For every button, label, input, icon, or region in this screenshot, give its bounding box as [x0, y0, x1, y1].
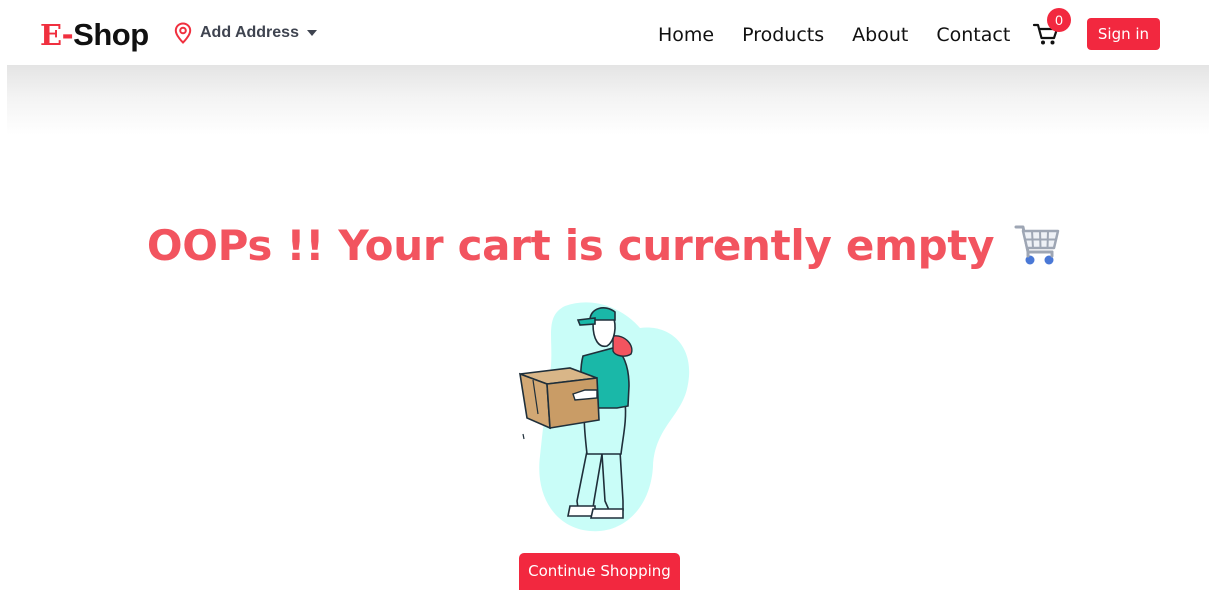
nav-contact-link[interactable]: Contact: [936, 20, 1010, 50]
brand-logo-shop: Shop: [73, 17, 149, 52]
add-address-dropdown[interactable]: Add Address: [174, 22, 317, 44]
cart-count-badge: 0: [1047, 8, 1071, 32]
navbar: E-Shop Add Address Home Products About C…: [0, 0, 1209, 68]
add-address-label: Add Address: [200, 24, 299, 41]
sign-in-button[interactable]: Sign in: [1087, 18, 1160, 50]
continue-shopping-button[interactable]: Continue Shopping: [519, 553, 680, 590]
main-nav: Home Products About Contact: [658, 20, 1010, 50]
nav-about-link[interactable]: About: [852, 20, 908, 50]
brand-logo[interactable]: E-Shop: [40, 16, 149, 54]
navbar-shadow: [7, 65, 1209, 135]
brand-logo-e: E: [40, 18, 62, 52]
caret-down-icon: [306, 30, 317, 36]
nav-home-link[interactable]: Home: [658, 20, 714, 50]
empty-cart-headline: OOPs !! Your cart is currently empty: [0, 216, 1209, 276]
nav-products-link[interactable]: Products: [742, 20, 824, 50]
brand-logo-dash: -: [61, 18, 74, 52]
location-pin-icon: [174, 22, 192, 44]
empty-cart-headline-text: OOPs !! Your cart is currently empty: [146, 221, 995, 270]
delivery-person-illustration: [518, 302, 690, 532]
shopping-cart-emoji-icon: [1014, 225, 1060, 265]
